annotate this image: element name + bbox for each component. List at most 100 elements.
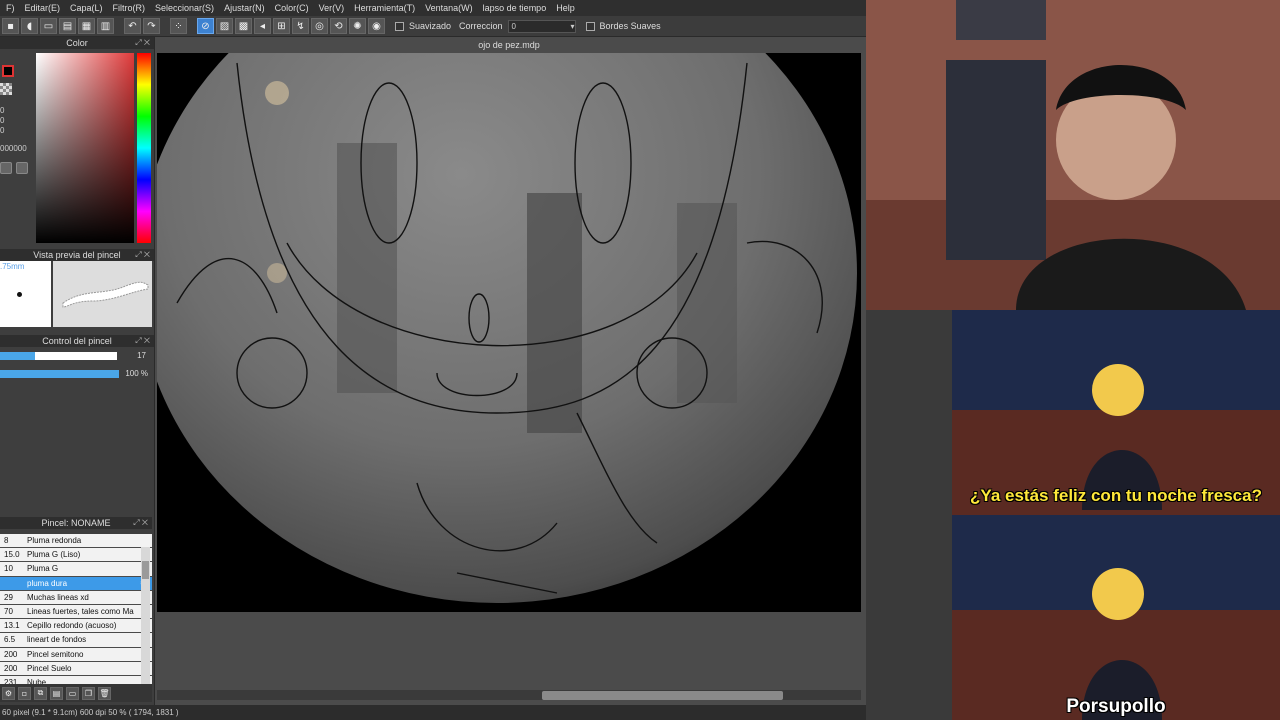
scroll-thumb[interactable]	[142, 561, 149, 579]
brush-list-item[interactable]: 70 Lineas fuertes, tales como Ma	[0, 604, 152, 620]
color-panel-header: Color ⤢ ✕	[0, 37, 154, 49]
menu-item[interactable]: Ajustar(N)	[220, 3, 271, 13]
pattern-icon[interactable]: ▩	[235, 18, 252, 34]
hatch-icon[interactable]: ▨	[216, 18, 233, 34]
correction-label: Correccion	[459, 21, 503, 31]
lasso-icon[interactable]: ↯	[292, 18, 309, 34]
duplicate-icon[interactable]: ⧉	[34, 686, 47, 700]
brush-list-item[interactable]: 8 Pluma redonda	[0, 534, 152, 549]
brush-size: 200	[4, 649, 18, 659]
color-panel-title: Color	[66, 38, 88, 48]
drawing-canvas[interactable]	[157, 53, 861, 612]
scroll-thumb[interactable]	[542, 691, 783, 700]
new-brush-icon[interactable]: ▫	[18, 686, 31, 700]
brush-list-panel: Pincel: NONAME ⤢ ✕	[0, 517, 152, 529]
status-text: 60 pixel (9.1 * 9.1cm) 600 dpi 50 % ( 17…	[2, 708, 179, 717]
brush-list-item[interactable]: 200 Pincel semitono	[0, 647, 152, 662]
menu-item[interactable]: Herramienta(T)	[350, 3, 421, 13]
document-icon[interactable]: ▤	[50, 686, 63, 700]
brush-list-item[interactable]: 6.5 lineart de fondos	[0, 633, 152, 648]
smoothing-checkbox[interactable]	[395, 21, 404, 31]
correction-select[interactable]: 0 ▾	[507, 19, 576, 33]
menu-item[interactable]: Color(C)	[271, 3, 315, 13]
menu-item[interactable]: Help	[552, 3, 581, 13]
secondary-color-swatch[interactable]	[0, 83, 12, 95]
folder-icon[interactable]: ▭	[66, 686, 79, 700]
radial-icon[interactable]: ✺	[349, 18, 366, 34]
brush-list-item[interactable]: 200 Pincel Suelo	[0, 661, 152, 676]
menu-item[interactable]: Seleccionar(S)	[151, 3, 220, 13]
speech-bubble-icon[interactable]: ◖	[21, 18, 38, 34]
brush-size-value: 17	[137, 351, 146, 360]
rotate-icon[interactable]: ⟲	[330, 18, 347, 34]
trash-icon[interactable]: 🗑	[98, 686, 111, 700]
brush-name: Pincel Suelo	[27, 663, 72, 673]
brush-list-item[interactable]: 15.0 Pluma G (Liso)	[0, 548, 152, 563]
color-value-r: 0	[0, 106, 5, 115]
brush-size: 13.1	[4, 621, 20, 631]
opacity-fill	[0, 370, 119, 378]
meme-caption-top: ¿Ya estás feliz con tu noche fresca?	[970, 486, 1262, 505]
menu-item[interactable]: Capa(L)	[66, 3, 109, 13]
canvas-horizontal-scrollbar[interactable]	[157, 690, 861, 700]
soft-edges-checkbox[interactable]	[585, 21, 595, 31]
menu-item[interactable]: Ventana(W)	[421, 3, 479, 13]
copy-icon[interactable]: ❐	[82, 686, 95, 700]
opacity-slider[interactable]: 100 %	[0, 365, 154, 383]
brush-list-item[interactable]: 29 Muchas lineas xd	[0, 590, 152, 605]
brush-list-item[interactable]: 231 Nube	[0, 675, 152, 684]
ruler-icon[interactable]: ⊞	[273, 18, 290, 34]
panel-close-icon[interactable]: ⤢ ✕	[135, 38, 150, 48]
tool-a-icon[interactable]: ▪	[2, 18, 19, 34]
brush-size-slider[interactable]: 17	[0, 347, 154, 365]
saturation-value-picker[interactable]	[36, 53, 134, 243]
brush-size: 6.5	[4, 635, 16, 645]
mix-icon[interactable]	[16, 162, 28, 174]
menu-item[interactable]: lapso de tiempo	[479, 3, 553, 13]
page-icon[interactable]: ▤	[59, 18, 76, 34]
color-value-b: 0	[0, 126, 5, 135]
brush-list: 8 Pluma redonda 15.0 Pluma G (Liso) 10 Pluma …	[0, 534, 152, 684]
menu-item[interactable]: F)	[2, 3, 21, 13]
brush-list-item[interactable]: 10 Pluma G	[0, 562, 152, 577]
status-bar: 60 pixel (9.1 * 9.1cm) 600 dpi 50 % ( 17…	[0, 705, 866, 720]
brush-stroke-preview	[53, 261, 152, 327]
grid-icon[interactable]: ▦	[78, 18, 95, 34]
triangle-icon[interactable]: ◂	[254, 18, 271, 34]
correction-value: 0	[511, 21, 516, 31]
menu-item[interactable]: Editar(E)	[21, 3, 67, 13]
eyedropper-icon[interactable]	[0, 162, 12, 174]
menu-item[interactable]: Ver(V)	[315, 3, 351, 13]
brush-list-scrollbar[interactable]	[141, 547, 150, 699]
panel-close-icon[interactable]: ⤢ ✕	[133, 518, 148, 528]
hue-slider[interactable]	[137, 53, 151, 243]
panel-close-icon[interactable]: ⤢ ✕	[135, 336, 150, 346]
menu-item[interactable]: Filtro(R)	[109, 3, 152, 13]
layout-icon[interactable]: ▥	[97, 18, 114, 34]
brush-control-title: Control del pincel	[42, 336, 112, 346]
concentric-icon[interactable]: ◎	[311, 18, 328, 34]
primary-color-swatch[interactable]	[2, 65, 14, 77]
brush-list-title: Pincel: NONAME	[41, 518, 111, 528]
brush-size: 70	[4, 607, 13, 617]
opacity-track[interactable]	[0, 370, 119, 378]
pen-tool-icon[interactable]: ⊘	[197, 18, 214, 34]
brush-control-panel: Control del pincel ⤢ ✕ 17 100 %	[0, 335, 154, 383]
background-gap	[866, 310, 952, 720]
brush-list-item[interactable]: pluma dura⚙	[0, 576, 152, 591]
brush-size-fill	[0, 352, 36, 360]
soft-edges-label: Bordes Suaves	[599, 21, 661, 31]
meme-caption-bottom: Porsupollo	[1066, 696, 1166, 717]
left-dock: Color ⤢ ✕ 0 0 0 000000 Vista previa del …	[0, 37, 155, 705]
toolbar: ▪ ◖ ▭ ▤ ▦ ▥ ↶ ↷ ⁘ ⊘ ▨ ▩ ◂ ⊞ ↯ ◎ ⟲ ✺ ◉ Su…	[0, 16, 866, 37]
brush-size-track[interactable]	[0, 352, 117, 360]
target-icon[interactable]: ◉	[368, 18, 385, 34]
settings-icon[interactable]: ⚙	[2, 686, 15, 700]
selection-icon[interactable]: ⁘	[170, 18, 187, 34]
comment-icon[interactable]: ▭	[40, 18, 57, 34]
redo-icon[interactable]: ↷	[143, 18, 160, 34]
brush-list-item[interactable]: 13.1 Cepillo redondo (acuoso)	[0, 619, 152, 634]
panel-close-icon[interactable]: ⤢ ✕	[135, 250, 150, 260]
webcam-feed-image	[866, 0, 1280, 310]
undo-icon[interactable]: ↶	[124, 18, 141, 34]
